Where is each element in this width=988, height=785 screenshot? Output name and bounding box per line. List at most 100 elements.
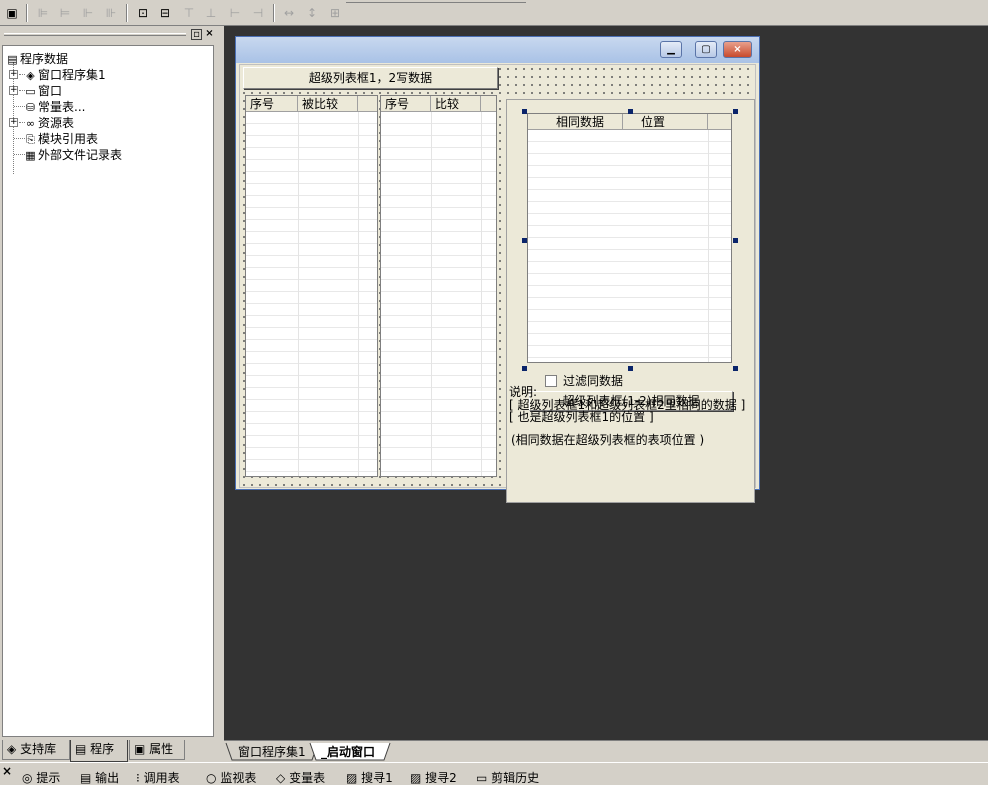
toolbar-separator [273, 4, 275, 22]
center-vertical-icon[interactable]: ⊟ [156, 4, 174, 22]
close-icon[interactable]: × [204, 29, 215, 40]
tree-root[interactable]: ▤ 程序数据 [5, 51, 68, 67]
status-search1[interactable]: ▨ 搜寻1 [346, 771, 393, 785]
tree-item-constants[interactable]: ⛁ 常量表... [23, 99, 86, 115]
form-window[interactable]: ▁ ▢ × 超级列表框1，2写数据 序号 被比较 序号 比较 相同数据 位置 过… [235, 36, 760, 503]
status-variables[interactable]: ◇ 变量表 [276, 771, 325, 785]
doc-tab-startup-window[interactable]: _启动窗口 [321, 743, 375, 761]
column-header[interactable]: 比较 [431, 96, 481, 112]
search1-icon: ▨ [346, 771, 358, 785]
list-rows [381, 112, 496, 476]
align-bottom-icon[interactable]: ⊢ [226, 4, 244, 22]
minimize-icon[interactable]: ▁ [660, 41, 682, 58]
tree-item-label: 常量表... [38, 100, 86, 114]
super-listbox-3[interactable]: 相同数据 位置 [527, 113, 732, 363]
same-height-icon[interactable]: ↔ [280, 4, 298, 22]
write-data-button[interactable]: 超级列表框1，2写数据 [243, 67, 498, 89]
tree-item-window[interactable]: ▭ 窗口 [23, 83, 62, 99]
align-left-icon[interactable]: ⊫ [34, 4, 52, 22]
filter-checkbox-label[interactable]: 过滤同数据 [563, 375, 623, 388]
tree-item-label: 窗口程序集1 [38, 68, 106, 82]
search2-icon: ▨ [410, 771, 422, 785]
grid-icon[interactable]: ⊞ [326, 4, 344, 22]
align-middle-icon[interactable]: ⊥ [202, 4, 220, 22]
column-header[interactable]: 序号 [246, 96, 298, 112]
tree-item-module-ref[interactable]: ⎘ 模块引用表 [23, 131, 98, 147]
properties-icon: ▣ [134, 742, 146, 756]
expand-icon[interactable]: + [9, 118, 18, 127]
status-clip-history[interactable]: ▭ 剪辑历史 [476, 771, 539, 785]
resize-handle[interactable] [522, 238, 527, 243]
doc-tab-assembly[interactable]: 窗口程序集1 [238, 743, 306, 761]
resize-handle[interactable] [733, 238, 738, 243]
align-top-icon[interactable]: ⊤ [180, 4, 198, 22]
assembly-icon: ◈ [26, 69, 35, 82]
tree-root-label: 程序数据 [20, 52, 69, 66]
tab-label: 属性 [149, 742, 174, 756]
status-label: 调用表 [143, 771, 180, 785]
panel-grip[interactable] [4, 33, 186, 36]
resize-handle[interactable] [733, 366, 738, 371]
expand-icon[interactable]: + [9, 86, 18, 95]
status-label: 变量表 [289, 771, 326, 785]
column-header[interactable]: 被比较 [298, 96, 358, 112]
restore-icon[interactable]: ▫ [191, 29, 202, 40]
form-icon[interactable]: ▣ [3, 4, 21, 22]
variable-icon: ◇ [276, 771, 286, 785]
toolbar-separator [26, 4, 28, 22]
align-center-icon[interactable]: ⊨ [56, 4, 74, 22]
tab-support-library[interactable]: ◈ 支持库 [2, 740, 70, 760]
note-line-3: (相同数据在超级列表框的表项位置 ) [511, 433, 705, 447]
maximize-icon[interactable]: ▢ [695, 41, 717, 58]
column-header[interactable]: 序号 [381, 96, 431, 112]
window-titlebar[interactable]: ▁ ▢ × [236, 37, 759, 63]
filter-checkbox[interactable] [545, 375, 557, 387]
document-tabs: 窗口程序集1 _启动窗口 [224, 740, 988, 762]
tree-item-label: 资源表 [38, 116, 75, 130]
list-header: 序号 被比较 [246, 96, 377, 112]
program-data-icon: ▤ [7, 53, 18, 66]
super-listbox-2[interactable]: 序号 比较 [380, 95, 497, 477]
module-ref-icon: ⎘ [26, 133, 35, 146]
list-rows [528, 130, 731, 362]
resize-handle[interactable] [628, 366, 633, 371]
super-listbox-1[interactable]: 序号 被比较 [245, 95, 378, 477]
resize-handle[interactable] [628, 109, 633, 114]
distribute-icon[interactable]: ⊪ [102, 4, 120, 22]
resource-icon: ∞ [25, 117, 36, 130]
clip-history-icon: ▭ [476, 771, 488, 785]
constant-table-icon: ⛁ [25, 101, 36, 114]
column-header[interactable]: 相同数据 [528, 114, 623, 130]
output-icon: ▤ [80, 771, 92, 785]
tab-label: 支持库 [20, 742, 57, 756]
resize-handle[interactable] [522, 366, 527, 371]
tab-properties[interactable]: ▣ 属性 [129, 740, 185, 760]
status-call-table[interactable]: ⁝ 调用表 [136, 771, 180, 785]
tab-label: 程序 [90, 742, 115, 756]
same-width-icon[interactable]: ⊣ [249, 4, 267, 22]
column-header[interactable]: 位置 [623, 114, 708, 130]
list-header: 序号 比较 [381, 96, 496, 112]
resize-handle[interactable] [522, 109, 527, 114]
toolbar-separator [126, 4, 128, 22]
status-output[interactable]: ▤ 输出 [80, 771, 119, 785]
status-search2[interactable]: ▨ 搜寻2 [410, 771, 457, 785]
close-icon[interactable]: × [2, 764, 12, 778]
tree-item-label: 外部文件记录表 [38, 148, 123, 162]
align-right-icon[interactable]: ⊩ [79, 4, 97, 22]
note-line-2: [ 也是超级列表框1的位置 ] [509, 410, 654, 424]
tree-item-resources[interactable]: ∞ 资源表 [23, 115, 74, 131]
expand-icon[interactable]: + [9, 70, 18, 79]
status-hint[interactable]: ◎ 提示 [22, 771, 60, 785]
close-icon[interactable]: × [723, 41, 752, 58]
status-label: 剪辑历史 [491, 771, 540, 785]
center-horizontal-icon[interactable]: ⊡ [134, 4, 152, 22]
status-watch[interactable]: ○ 监视表 [206, 771, 256, 785]
tree-item-assembly[interactable]: ◈ 窗口程序集1 [23, 67, 106, 83]
same-size-icon[interactable]: ↕ [303, 4, 321, 22]
hint-icon: ◎ [22, 771, 33, 785]
tree-item-external-file[interactable]: ▦ 外部文件记录表 [23, 147, 122, 163]
tree-item-label: 窗口 [38, 84, 63, 98]
resize-handle[interactable] [733, 109, 738, 114]
tab-program[interactable]: ▤ 程序 [70, 740, 128, 762]
